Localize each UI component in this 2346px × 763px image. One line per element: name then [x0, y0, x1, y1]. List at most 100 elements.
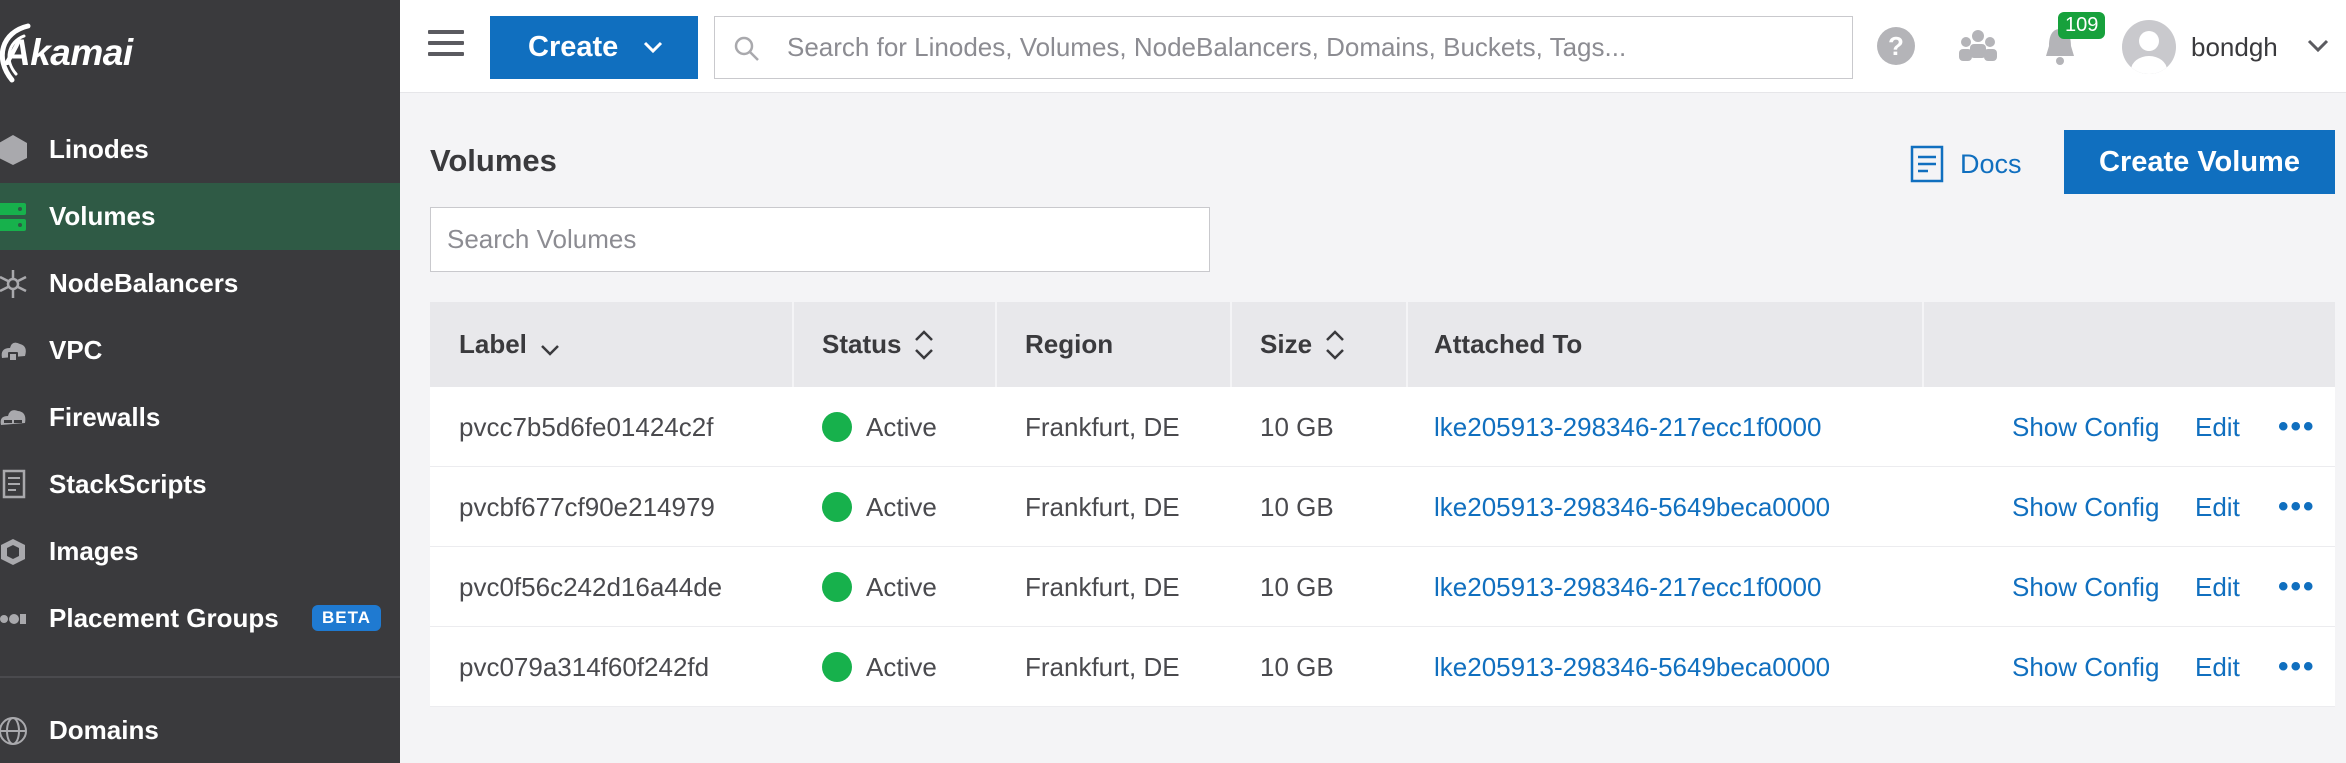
chevron-down-icon[interactable]	[2306, 38, 2330, 54]
size-cell: 10 GB	[1260, 491, 1334, 522]
help-icon[interactable]: ?	[1874, 24, 1918, 68]
status-active-dot	[822, 412, 852, 442]
username[interactable]: bondgh	[2191, 32, 2278, 63]
more-actions-icon[interactable]: •••	[2278, 627, 2316, 707]
sidebar-item-domains[interactable]: Domains	[0, 697, 400, 763]
sidebar-item-placement-groups[interactable]: Placement Groups BETA	[0, 585, 400, 652]
status-active-dot	[822, 572, 852, 602]
menu-icon[interactable]	[428, 30, 464, 60]
search-volumes-input[interactable]	[431, 208, 1209, 271]
column-status-text: Status	[822, 329, 902, 359]
sidebar-item-label: Domains	[49, 715, 159, 745]
region-cell: Frankfurt, DE	[1025, 491, 1180, 522]
volume-label: pvc079a314f60f242fd	[459, 651, 710, 682]
sidebar-item-volumes[interactable]: Volumes	[0, 183, 400, 250]
status-active-dot	[822, 652, 852, 682]
status-text: Active	[866, 491, 937, 522]
attached-to-link[interactable]: lke205913-298346-5649beca0000	[1434, 627, 1830, 707]
docs-label: Docs	[1960, 148, 2022, 179]
region-cell: Frankfurt, DE	[1025, 411, 1180, 442]
status-cell: Active	[822, 547, 937, 627]
edit-button[interactable]: Edit	[2195, 387, 2240, 467]
status-text: Active	[866, 651, 937, 682]
create-volume-button[interactable]: Create Volume	[2064, 130, 2335, 194]
volumes-icon	[0, 200, 30, 234]
sort-icon	[1326, 329, 1344, 360]
region-cell: Frankfurt, DE	[1025, 571, 1180, 602]
edit-button[interactable]: Edit	[2195, 547, 2240, 627]
table-row: pvcc7b5d6fe01424c2f Active Frankfurt, DE…	[430, 387, 2335, 467]
column-divider	[1406, 302, 1408, 387]
sidebar-item-label: Firewalls	[49, 402, 161, 432]
more-actions-icon[interactable]: •••	[2278, 387, 2316, 467]
community-icon[interactable]	[1956, 24, 2000, 68]
sidebar: Akamai Linodes Volumes NodeBalancers VPC…	[0, 0, 400, 763]
page-title: Volumes	[430, 143, 557, 178]
chevron-down-icon	[643, 41, 663, 54]
column-size-text: Size	[1260, 329, 1313, 359]
sidebar-divider	[0, 676, 400, 678]
top-bar: Create ? 109 bondgh	[400, 0, 2346, 93]
firewall-icon	[0, 401, 30, 435]
edit-button[interactable]: Edit	[2195, 467, 2240, 547]
more-actions-icon[interactable]: •••	[2278, 547, 2316, 627]
sidebar-item-label: NodeBalancers	[49, 268, 239, 298]
column-divider	[1922, 302, 1924, 387]
svg-text:?: ?	[1888, 31, 1904, 61]
more-actions-icon[interactable]: •••	[2278, 467, 2316, 547]
search-volumes-field[interactable]	[430, 207, 1210, 272]
sidebar-item-linodes[interactable]: Linodes	[0, 116, 400, 183]
table-header: Label Status Region Size Attached To	[430, 302, 2335, 387]
vpc-icon	[0, 334, 30, 368]
volume-label: pvcc7b5d6fe01424c2f	[459, 411, 714, 442]
global-search-input[interactable]	[787, 32, 1827, 63]
akamai-swoosh-icon	[0, 23, 31, 83]
sidebar-item-label: Linodes	[49, 134, 149, 164]
attached-to-link[interactable]: lke205913-298346-217ecc1f0000	[1434, 387, 1821, 467]
show-config-button[interactable]: Show Config	[2012, 627, 2159, 707]
sidebar-item-stackscripts[interactable]: StackScripts	[0, 451, 400, 518]
status-active-dot	[822, 492, 852, 522]
table-row: pvc0f56c242d16a44de Active Frankfurt, DE…	[430, 547, 2335, 627]
column-region: Region	[1025, 302, 1113, 387]
edit-button[interactable]: Edit	[2195, 627, 2240, 707]
attached-to-link[interactable]: lke205913-298346-5649beca0000	[1434, 467, 1830, 547]
create-button-label: Create	[528, 31, 619, 63]
column-divider	[1230, 302, 1232, 387]
status-cell: Active	[822, 627, 937, 707]
status-cell: Active	[822, 387, 937, 467]
sidebar-item-images[interactable]: Images	[0, 518, 400, 585]
show-config-button[interactable]: Show Config	[2012, 467, 2159, 547]
sidebar-item-nodebalancers[interactable]: NodeBalancers	[0, 250, 400, 317]
attached-to-link[interactable]: lke205913-298346-217ecc1f0000	[1434, 547, 1821, 627]
table-row: pvc079a314f60f242fd Active Frankfurt, DE…	[430, 627, 2335, 707]
sidebar-item-vpc[interactable]: VPC	[0, 317, 400, 384]
column-attached-text: Attached To	[1434, 329, 1583, 359]
sidebar-item-label: StackScripts	[49, 469, 207, 499]
search-icon	[734, 36, 759, 61]
notification-count-badge: 109	[2058, 12, 2106, 39]
sidebar-item-firewalls[interactable]: Firewalls	[0, 384, 400, 451]
column-status[interactable]: Status	[822, 302, 935, 387]
avatar[interactable]	[2122, 20, 2176, 74]
beta-badge: BETA	[312, 605, 382, 631]
column-label[interactable]: Label	[459, 302, 561, 387]
size-cell: 10 GB	[1260, 571, 1334, 602]
table-row: pvcbf677cf90e214979 Active Frankfurt, DE…	[430, 467, 2335, 547]
docs-icon	[1910, 145, 1944, 183]
show-config-button[interactable]: Show Config	[2012, 387, 2159, 467]
size-cell: 10 GB	[1260, 651, 1334, 682]
show-config-button[interactable]: Show Config	[2012, 547, 2159, 627]
sidebar-item-label: VPC	[49, 335, 103, 365]
create-button[interactable]: Create	[490, 16, 698, 79]
column-label-text: Label	[459, 329, 527, 359]
column-attached-to: Attached To	[1434, 302, 1582, 387]
column-size[interactable]: Size	[1260, 302, 1346, 387]
docs-link[interactable]: Docs	[1910, 145, 2022, 183]
volumes-table: Label Status Region Size Attached To pvc…	[430, 302, 2335, 707]
akamai-logo[interactable]: Akamai	[0, 18, 133, 88]
global-search[interactable]	[714, 16, 1853, 79]
status-text: Active	[866, 411, 937, 442]
stackscript-icon	[0, 468, 30, 502]
sidebar-item-label: Volumes	[49, 201, 156, 231]
